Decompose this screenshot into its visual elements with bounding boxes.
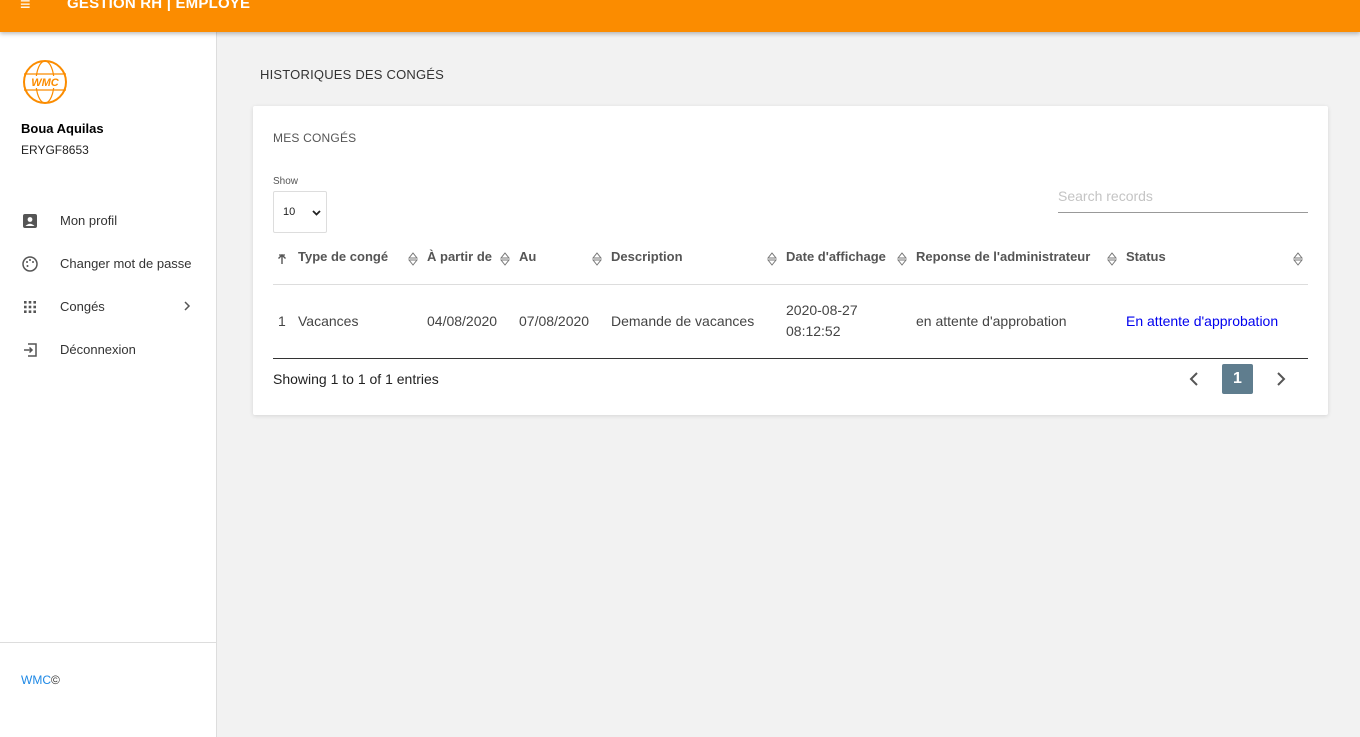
- sidebar-item-conges[interactable]: Congés: [0, 290, 216, 324]
- cell-response: en attente d'approbation: [916, 313, 1067, 329]
- chevron-right-icon[interactable]: [1272, 369, 1290, 389]
- leave-history-card: MES CONGÉS Show 10 Type de congé À parti…: [253, 106, 1328, 415]
- page-title: HISTORIQUES DES CONGÉS: [260, 67, 445, 82]
- sidebar-item-deconnexion[interactable]: Déconnexion: [0, 333, 216, 367]
- cell-from: 04/08/2020: [427, 313, 498, 329]
- column-header-from[interactable]: À partir de: [427, 249, 492, 269]
- sidebar-item-label: Congés: [60, 299, 105, 314]
- sort-icon[interactable]: [500, 252, 510, 266]
- sidebar-item-mon-profil[interactable]: Mon profil: [0, 204, 216, 238]
- entries-info: Showing 1 to 1 of 1 entries: [273, 371, 439, 387]
- chevron-left-icon[interactable]: [1185, 369, 1203, 389]
- column-header-description[interactable]: Description: [611, 249, 683, 269]
- cell-date: 2020-08-27 08:12:52: [786, 300, 858, 342]
- sidebar-item-changer-mot-de-passe[interactable]: Changer mot de passe: [0, 247, 216, 281]
- search-input[interactable]: [1058, 180, 1308, 213]
- chevron-right-icon[interactable]: [180, 299, 194, 313]
- sort-icon[interactable]: [1293, 252, 1303, 266]
- sidebar-footer: WMC©: [0, 642, 216, 737]
- cell-to: 07/08/2020: [519, 313, 590, 329]
- hamburger-menu-icon[interactable]: ≡: [20, 0, 40, 14]
- cell-date-line1: 2020-08-27: [786, 302, 858, 318]
- sort-ascending-icon[interactable]: [277, 253, 287, 265]
- column-header-to[interactable]: Au: [519, 249, 536, 269]
- svg-text:WMC: WMC: [31, 77, 60, 89]
- chevron-down-icon: [312, 210, 321, 216]
- copyright-symbol: ©: [51, 673, 60, 687]
- table-header-divider: [273, 284, 1308, 285]
- apps-grid-icon: [24, 301, 36, 313]
- sidebar-item-label: Mon profil: [60, 213, 118, 228]
- sort-icon[interactable]: [897, 252, 907, 266]
- entries-per-page-select[interactable]: 10: [273, 191, 327, 233]
- sort-icon[interactable]: [408, 252, 418, 266]
- footer-brand-link[interactable]: WMC: [21, 673, 51, 687]
- pagination-page-current[interactable]: 1: [1222, 364, 1253, 394]
- palette-icon: [22, 256, 38, 272]
- cell-description: Demande de vacances: [611, 313, 755, 329]
- user-id: ERYGF8653: [21, 143, 89, 157]
- entries-per-page-value: 10: [283, 206, 296, 218]
- column-header-status[interactable]: Status: [1126, 249, 1166, 269]
- sort-icon[interactable]: [592, 252, 602, 266]
- cell-index: 1: [278, 313, 286, 329]
- show-label: Show: [273, 176, 299, 187]
- sidebar-item-label: Déconnexion: [60, 342, 136, 357]
- sort-icon[interactable]: [1107, 252, 1117, 266]
- cell-date-line2: 08:12:52: [786, 323, 841, 339]
- sort-icon[interactable]: [767, 252, 777, 266]
- cell-status-link[interactable]: En attente d'approbation: [1126, 311, 1278, 332]
- column-header-response[interactable]: Reponse de l'administrateur: [916, 249, 1090, 269]
- account-box-icon: [23, 214, 37, 228]
- sidebar-item-label: Changer mot de passe: [60, 256, 192, 271]
- column-header-date[interactable]: Date d'affichage: [786, 249, 886, 269]
- top-app-bar: ≡ GESTION RH | EMPLOYE: [0, 0, 1360, 32]
- logout-icon: [24, 343, 37, 357]
- user-name: Boua Aquilas: [21, 121, 104, 136]
- app-title: GESTION RH | EMPLOYE: [67, 0, 251, 12]
- column-header-type[interactable]: Type de congé: [298, 249, 388, 269]
- company-logo: WMC: [23, 60, 67, 104]
- copyright: WMC©: [21, 673, 60, 687]
- card-title: MES CONGÉS: [273, 131, 357, 145]
- table-bottom-divider: [273, 358, 1308, 359]
- sidebar: WMC Boua Aquilas ERYGF8653 Mon profil Ch…: [0, 32, 217, 737]
- cell-type: Vacances: [298, 313, 359, 329]
